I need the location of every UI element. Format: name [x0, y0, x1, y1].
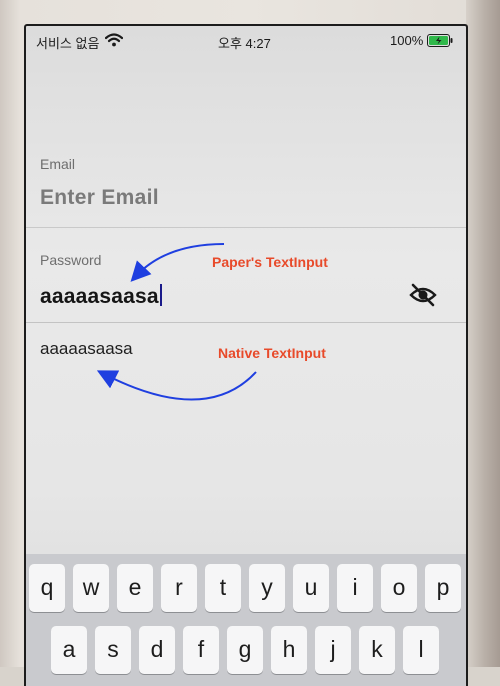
key-y[interactable]: y — [249, 564, 285, 612]
key-q[interactable]: q — [29, 564, 65, 612]
annotation-paper-label: Paper's TextInput — [212, 254, 328, 270]
key-o[interactable]: o — [381, 564, 417, 612]
arrow-to-native-input — [96, 370, 257, 401]
key-u[interactable]: u — [293, 564, 329, 612]
keyboard: q w e r t y u i o p a s d f g h j k l — [26, 554, 466, 686]
key-p[interactable]: p — [425, 564, 461, 612]
phone-screen: 서비스 없음 오후 4:27 100% Email Enter Email Pa… — [24, 24, 468, 686]
key-e[interactable]: e — [117, 564, 153, 612]
key-i[interactable]: i — [337, 564, 373, 612]
phone-edge — [466, 0, 500, 667]
key-t[interactable]: t — [205, 564, 241, 612]
arrow-to-paper-input — [130, 243, 225, 282]
key-w[interactable]: w — [73, 564, 109, 612]
key-r[interactable]: r — [161, 564, 197, 612]
annotation-native-label: Native TextInput — [218, 345, 326, 361]
